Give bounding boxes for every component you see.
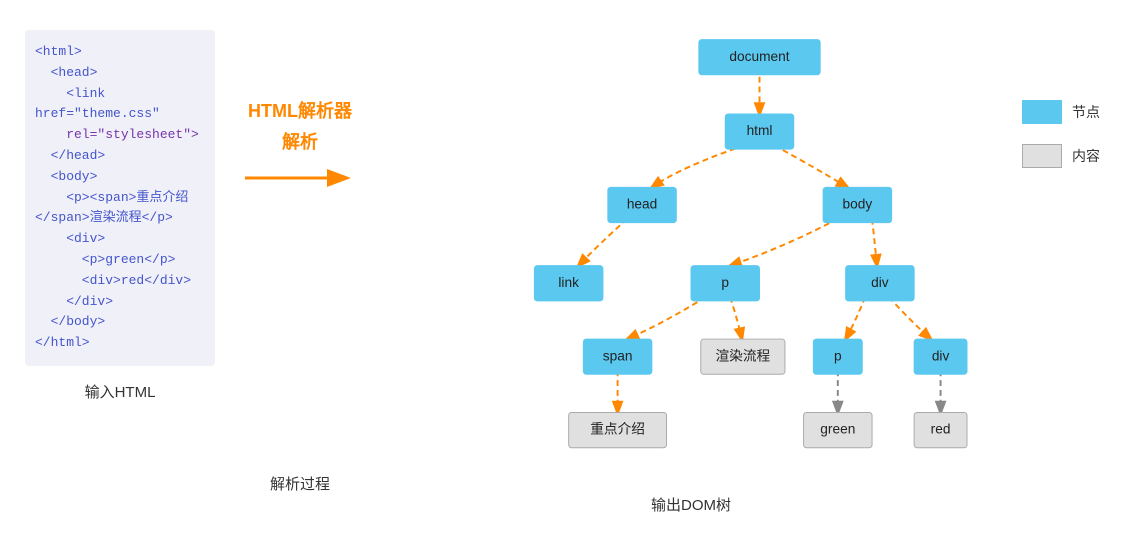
node-div1-label: div	[871, 275, 889, 290]
legend-panel: 节点 内容	[1012, 80, 1132, 188]
node-body-label: body	[843, 197, 873, 212]
code-line-9: <p>green</p>	[35, 252, 175, 267]
legend-node-item: 节点	[1022, 100, 1122, 124]
main-container: <html> <head> <link href="theme.css" rel…	[0, 0, 1142, 555]
process-arrow-icon	[240, 163, 360, 193]
parser-label-line2: 解析	[282, 131, 318, 154]
code-line-3: <link href="theme.css"	[35, 86, 160, 122]
node-text-key-label: 重点介绍	[590, 422, 645, 437]
node-link-label: link	[558, 275, 579, 290]
code-line-13: </html>	[35, 335, 90, 350]
tree-panel: document html head body link p div span	[370, 20, 1012, 520]
legend-node-box	[1022, 100, 1062, 124]
node-head-label: head	[627, 197, 657, 212]
dom-tree-svg: document html head body link p div span	[370, 20, 1012, 480]
code-line-8: <div>	[35, 231, 105, 246]
code-line-1: <html>	[35, 44, 82, 59]
parser-label-line1: HTML解析器	[248, 100, 352, 123]
code-line-7: <p><span>重点介绍</span>渲染流程</p>	[35, 190, 188, 226]
node-text-red-label: red	[931, 422, 951, 437]
node-html-label: html	[747, 123, 773, 138]
legend-node-label: 节点	[1072, 102, 1100, 122]
code-line-12: </body>	[35, 314, 105, 329]
code-line-4: rel="stylesheet">	[35, 127, 199, 142]
node-text-green-label: green	[820, 422, 855, 437]
arrow-panel: HTML解析器 解析 解析过程	[230, 20, 370, 494]
node-span-label: span	[603, 348, 633, 363]
output-label: 输出DOM树	[651, 494, 731, 515]
legend-content-box	[1022, 144, 1062, 168]
code-line-11: </div>	[35, 294, 113, 309]
process-label: 解析过程	[270, 473, 330, 494]
code-line-10: <div>red</div>	[35, 273, 191, 288]
code-block: <html> <head> <link href="theme.css" rel…	[25, 30, 215, 366]
code-line-6: <body>	[35, 169, 97, 184]
node-document-label: document	[729, 49, 789, 64]
code-line-5: </head>	[35, 148, 105, 163]
node-p-label: p	[721, 275, 729, 290]
node-p2-label: p	[834, 348, 842, 363]
code-line-2: <head>	[35, 65, 97, 80]
legend-content-item: 内容	[1022, 144, 1122, 168]
node-div2-label: div	[932, 348, 950, 363]
input-label: 输入HTML	[25, 381, 215, 402]
node-text-render-label: 渲染流程	[715, 348, 770, 363]
legend-content-label: 内容	[1072, 146, 1100, 166]
code-panel: <html> <head> <link href="theme.css" rel…	[10, 20, 230, 412]
